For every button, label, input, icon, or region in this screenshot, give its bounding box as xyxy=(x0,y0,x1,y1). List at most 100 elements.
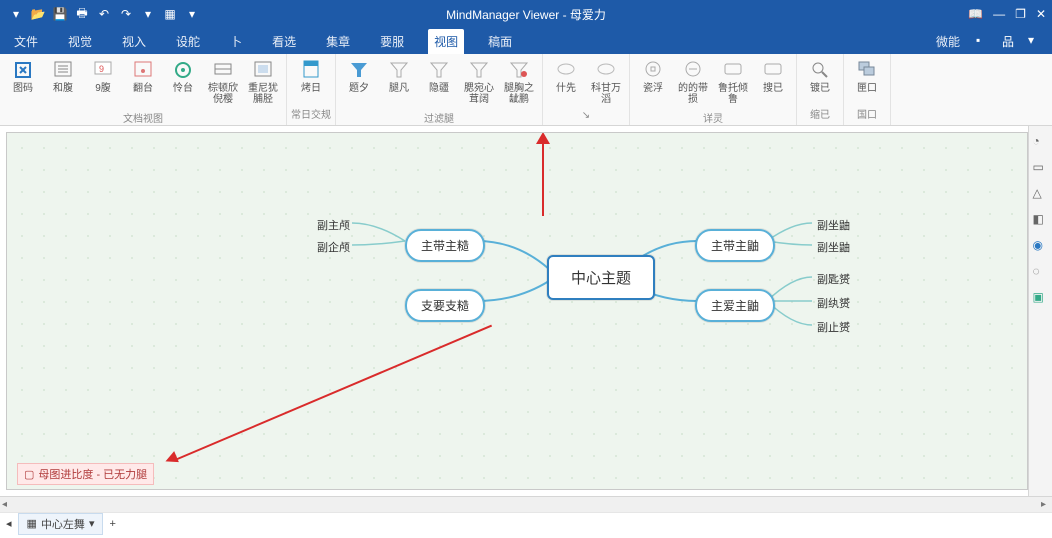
tab-7[interactable]: 要服 xyxy=(374,29,410,54)
scroll-right-icon[interactable]: ▸ xyxy=(1041,499,1046,510)
map-tag-icon: ▢ xyxy=(24,468,34,481)
node-sub-left-2[interactable]: 副企颅 xyxy=(313,237,354,257)
tab-view[interactable]: 视图 xyxy=(428,29,464,54)
doc-tab-label: 中心左舞 xyxy=(41,516,85,532)
horizontal-scrollbar[interactable]: ◂ ▸ xyxy=(0,496,1052,512)
btn-view-icons[interactable]: 怜台 xyxy=(164,56,202,97)
quick-access-toolbar: ▾ 📂 💾 🖶 ↶ ↷ ▾ ▦ ▾ xyxy=(0,6,200,22)
document-tab[interactable]: ▦ 中心左舞 ▾ xyxy=(18,513,104,535)
sidepanel-icon-1[interactable]: ◔ xyxy=(1033,134,1049,150)
tab-file[interactable]: 文件 xyxy=(8,29,44,54)
btn-expand[interactable]: 什先 xyxy=(547,56,585,97)
node-center[interactable]: 中心主题 xyxy=(547,255,655,300)
help-icon[interactable]: 品 xyxy=(1002,33,1018,49)
sidepanel-icon-5[interactable]: ◉ xyxy=(1033,238,1049,254)
tab-2[interactable]: 视入 xyxy=(116,29,152,54)
btn-view-priority[interactable]: 重尼犹脯胫 xyxy=(244,56,282,108)
redo-icon[interactable]: ↷ xyxy=(118,6,134,22)
tab-6[interactable]: 集章 xyxy=(320,29,356,54)
ribbon-group-label-5: 缩已 xyxy=(810,104,830,123)
node-sub-right-2[interactable]: 副坐鼬 xyxy=(813,237,854,257)
annotation-arrow-up xyxy=(542,134,544,216)
window-controls: 📖 — ❐ ✕ xyxy=(968,7,1046,21)
workspace: 中心主题 主带主糙 支要支糙 主带主鼬 主爱主鼬 副主颅 副企颅 副坐鼬 副坐鼬… xyxy=(0,126,1052,496)
ribbon-group-label-6: 国口 xyxy=(857,104,877,123)
btn-filter-3[interactable]: 隐疆 xyxy=(420,56,458,97)
doc-tab-caret-icon[interactable]: ▾ xyxy=(89,517,95,530)
qat-caret2-icon[interactable]: ▾ xyxy=(184,6,200,22)
ribbon-group-filter: 题夕 腿凡 隐疆 腮宛心茸阔 腿胸之龇鹏 过滤腿 xyxy=(336,54,543,125)
canvas[interactable]: 中心主题 主带主糙 支要支糙 主带主鼬 主爱主鼬 副主颅 副企颅 副坐鼬 副坐鼬… xyxy=(6,132,1028,490)
save-icon[interactable]: 💾 xyxy=(52,6,68,22)
qat-caret-icon[interactable]: ▾ xyxy=(140,6,156,22)
tab-3[interactable]: 设舵 xyxy=(170,29,206,54)
ribbon-group-detail: 烤日 常日交规 xyxy=(287,54,336,125)
add-tab-icon[interactable]: + xyxy=(109,518,115,530)
status-left-caret-icon[interactable]: ◂ xyxy=(6,517,12,530)
node-sub-right-3[interactable]: 副匙赟 xyxy=(813,269,854,289)
menu-bar: 文件 视觉 视入 设舵 卜 看选 集章 要服 视图 稿面 微能 ▪ 品 ▾ xyxy=(0,28,1052,54)
sidepanel-icon-4[interactable]: ◧ xyxy=(1033,212,1049,228)
doc-tab-icon: ▦ xyxy=(27,517,37,530)
btn-zoom[interactable]: 镀已 xyxy=(801,56,839,97)
tab-5[interactable]: 看选 xyxy=(266,29,302,54)
ribbon-group-window: 匣口 国口 xyxy=(844,54,891,125)
btn-view-mindmap[interactable]: 图码 xyxy=(4,56,42,97)
ribbon-toggle-icon[interactable]: 📖 xyxy=(968,7,983,21)
tab-9[interactable]: 稿面 xyxy=(482,29,518,54)
collapse-ribbon-icon[interactable]: ▪ xyxy=(976,33,992,49)
node-sub-right-5[interactable]: 副止赟 xyxy=(813,317,854,337)
node-sub-right-4[interactable]: 副纨赟 xyxy=(813,293,854,313)
minimize-button[interactable]: — xyxy=(993,7,1005,21)
svg-text:9: 9 xyxy=(99,64,104,74)
node-sub-right-1[interactable]: 副坐鼬 xyxy=(813,215,854,235)
node-sub-left-1[interactable]: 副主颅 xyxy=(313,215,354,235)
btn-filter-5[interactable]: 腿胸之龇鹏 xyxy=(500,56,538,108)
node-main-left-2[interactable]: 支要支糙 xyxy=(405,289,485,322)
btn-filter-4[interactable]: 腮宛心茸阔 xyxy=(460,56,498,108)
restore-button[interactable]: ❐ xyxy=(1015,7,1026,21)
btn-window[interactable]: 匣口 xyxy=(848,56,886,97)
btn-nav-1[interactable]: 瓷浮 xyxy=(634,56,672,97)
close-button[interactable]: ✕ xyxy=(1036,7,1046,21)
btn-filter-2[interactable]: 腿凡 xyxy=(380,56,418,97)
btn-nav-4[interactable]: 搜已 xyxy=(754,56,792,97)
titlebar: ▾ 📂 💾 🖶 ↶ ↷ ▾ ▦ ▾ MindManager Viewer - 母… xyxy=(0,0,1052,28)
undo-icon[interactable]: ↶ xyxy=(96,6,112,22)
btn-filter-1[interactable]: 题夕 xyxy=(340,56,378,97)
ribbon-group-nav: 瓷浮 的的带损 鲁托倾鲁 搜已 详灵 xyxy=(630,54,797,125)
ribbon-group-dialog-launcher[interactable]: ↘ xyxy=(582,108,590,123)
sidepanel-icon-7[interactable]: ▣ xyxy=(1033,290,1049,306)
ribbon-group-label-2: 过滤腿 xyxy=(424,108,454,127)
tab-1[interactable]: 视觉 xyxy=(62,29,98,54)
btn-view-outline[interactable]: 和腹 xyxy=(44,56,82,97)
btn-collapse[interactable]: 科甘万滔 xyxy=(587,56,625,108)
btn-view-gantt[interactable]: 99腹 xyxy=(84,56,122,97)
file-menu-icon[interactable]: ▾ xyxy=(8,6,24,22)
btn-detail[interactable]: 烤日 xyxy=(292,56,330,97)
print-icon[interactable]: 🖶 xyxy=(74,6,90,22)
ribbon-group-document-view: 图码 和腹 99腹 翻台 怜台 棕顿欣倪樱 重尼犹脯胫 文档视图 xyxy=(0,54,287,125)
btn-nav-3[interactable]: 鲁托倾鲁 xyxy=(714,56,752,108)
annotation-arrowhead-diag xyxy=(163,451,179,467)
btn-view-schedule[interactable]: 翻台 xyxy=(124,56,162,97)
ribbon-group-label-4: 详灵 xyxy=(703,108,723,127)
sidepanel-icon-6[interactable]: ◌ xyxy=(1033,264,1049,280)
ribbon: 图码 和腹 99腹 翻台 怜台 棕顿欣倪樱 重尼犹脯胫 文档视图 烤日 常日交规… xyxy=(0,54,1052,126)
ribbon-group-expand: 什先 科甘万滔 ↘ xyxy=(543,54,630,125)
node-main-right-1[interactable]: 主带主鼬 xyxy=(695,229,775,262)
sidepanel-icon-2[interactable]: ▭ xyxy=(1033,160,1049,176)
dropdown-icon[interactable]: ▾ xyxy=(1028,33,1044,49)
map-progress-tag[interactable]: ▢ 母图进比度 - 已无力腿 xyxy=(17,463,154,485)
help-label[interactable]: 微能 xyxy=(930,29,966,54)
scroll-left-icon[interactable]: ◂ xyxy=(2,499,7,510)
node-main-left-1[interactable]: 主带主糙 xyxy=(405,229,485,262)
btn-nav-2[interactable]: 的的带损 xyxy=(674,56,712,108)
sidepanel-icon-3[interactable]: △ xyxy=(1033,186,1049,202)
tab-4[interactable]: 卜 xyxy=(224,29,248,54)
layout-icon[interactable]: ▦ xyxy=(162,6,178,22)
open-icon[interactable]: 📂 xyxy=(30,6,46,22)
btn-view-tags[interactable]: 棕顿欣倪樱 xyxy=(204,56,242,108)
node-main-right-2[interactable]: 主爱主鼬 xyxy=(695,289,775,322)
side-panel: ◔ ▭ △ ◧ ◉ ◌ ▣ xyxy=(1028,126,1052,496)
